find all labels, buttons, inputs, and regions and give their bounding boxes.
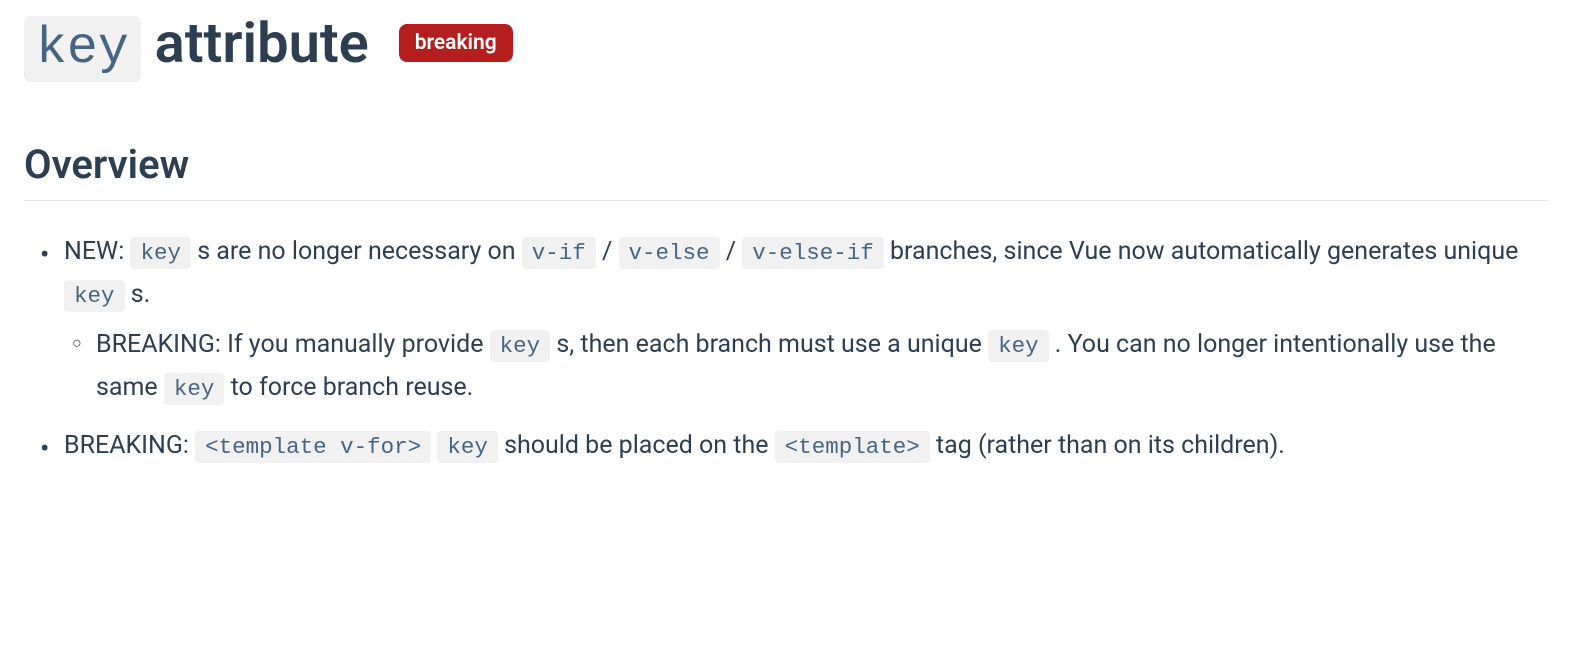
list-item: NEW: key s are no longer necessary on v-… xyxy=(64,231,1548,409)
text-span: s. xyxy=(125,280,151,309)
inline-code: key xyxy=(490,330,551,362)
list-item: BREAKING: <template v-for> key should be… xyxy=(64,425,1548,468)
inline-code: key xyxy=(988,330,1049,362)
list-item: BREAKING: If you manually provide key s,… xyxy=(96,324,1548,409)
separator: / xyxy=(596,237,619,266)
inline-code: key xyxy=(437,431,498,463)
inline-code: v-if xyxy=(522,237,596,269)
inline-code: v-else-if xyxy=(742,237,884,269)
breaking-badge: breaking xyxy=(399,24,513,62)
text-span: branches, since Vue now automatically ge… xyxy=(884,237,1519,266)
page-title: key attribute breaking xyxy=(24,8,1548,81)
text-span: s, then each branch must use a unique xyxy=(550,330,988,359)
inline-code: <template> xyxy=(775,431,930,463)
text-span: If you manually provide xyxy=(227,330,490,359)
section-heading: Overview xyxy=(24,141,1548,201)
change-tag: NEW: xyxy=(64,237,130,266)
inline-code: key xyxy=(64,280,125,312)
inline-code: key xyxy=(164,373,225,405)
title-code: key xyxy=(24,16,141,82)
overview-list: NEW: key s are no longer necessary on v-… xyxy=(24,231,1548,468)
text-span: s are no longer necessary on xyxy=(191,237,522,266)
text-span: tag (rather than on its children). xyxy=(930,431,1285,460)
separator: / xyxy=(720,237,743,266)
text-span: to force branch reuse. xyxy=(224,373,473,402)
title-text: attribute xyxy=(141,10,369,76)
text-span: should be placed on the xyxy=(498,431,775,460)
inline-code: <template v-for> xyxy=(195,431,431,463)
change-tag: BREAKING: xyxy=(64,431,195,460)
nested-list: BREAKING: If you manually provide key s,… xyxy=(64,324,1548,409)
change-tag: BREAKING: xyxy=(96,330,227,359)
inline-code: v-else xyxy=(619,237,720,269)
inline-code: key xyxy=(130,237,191,269)
